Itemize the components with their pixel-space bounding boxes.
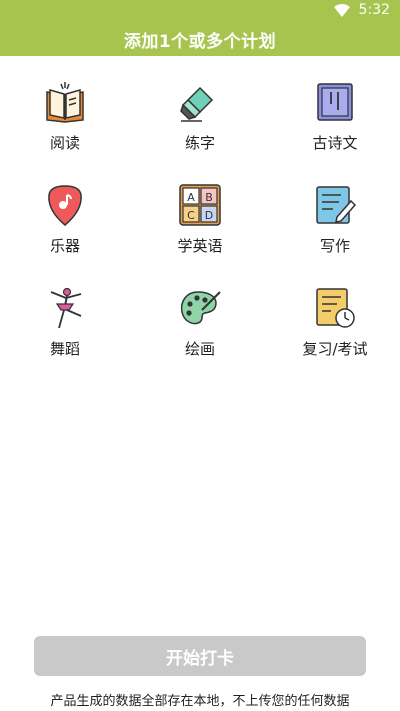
- abcd-blocks-icon: A B C D: [179, 184, 221, 226]
- app-bar: 添加1个或多个计划: [0, 22, 400, 56]
- plan-item-dance[interactable]: 舞蹈: [0, 262, 130, 362]
- paint-palette-icon: [180, 291, 221, 325]
- plan-label: 舞蹈: [49, 340, 80, 358]
- study-clock-icon: [316, 288, 355, 328]
- privacy-note: 产品生成的数据全部存在本地，不上传您的任何数据: [50, 694, 350, 709]
- plan-item-painting[interactable]: 绘画: [135, 262, 265, 362]
- svg-text:C: C: [187, 209, 195, 222]
- plan-label: 写作: [319, 237, 350, 255]
- plan-item-english[interactable]: A B C D 学英语: [135, 159, 265, 259]
- plan-grid: 阅读 练字 古诗文 乐器 A B C D 学英语 写作 舞蹈 绘画 复习/考试: [0, 56, 400, 376]
- plan-label: 绘画: [184, 340, 215, 358]
- plan-item-review-exam[interactable]: 复习/考试: [270, 262, 400, 362]
- marker-pen-icon: [180, 86, 214, 122]
- status-time: 5:32: [358, 2, 390, 18]
- guitar-pick-icon: [48, 185, 82, 226]
- svg-text:B: B: [205, 191, 213, 204]
- poetry-scroll-icon: [317, 83, 353, 121]
- plan-item-writing[interactable]: 写作: [270, 159, 400, 259]
- writing-note-icon: [316, 186, 357, 224]
- svg-text:D: D: [205, 209, 213, 222]
- wifi-icon: [334, 4, 350, 17]
- plan-label: 阅读: [49, 134, 80, 152]
- plan-item-poetry[interactable]: 古诗文: [270, 56, 400, 156]
- plan-label: 复习/考试: [302, 340, 368, 358]
- plan-label: 乐器: [49, 237, 80, 255]
- plan-item-reading[interactable]: 阅读: [0, 56, 130, 156]
- start-checkin-button[interactable]: 开始打卡: [34, 636, 366, 676]
- plan-label: 学英语: [177, 237, 223, 255]
- open-book-icon: [46, 82, 84, 123]
- status-bar: 5:32: [0, 0, 400, 22]
- plan-item-instrument[interactable]: 乐器: [0, 159, 130, 259]
- svg-text:A: A: [187, 191, 195, 204]
- plan-item-calligraphy[interactable]: 练字: [135, 56, 265, 156]
- dancer-icon: [50, 287, 82, 329]
- plan-label: 练字: [184, 134, 215, 152]
- page-title: 添加1个或多个计划: [123, 31, 277, 52]
- plan-label: 古诗文: [312, 134, 358, 152]
